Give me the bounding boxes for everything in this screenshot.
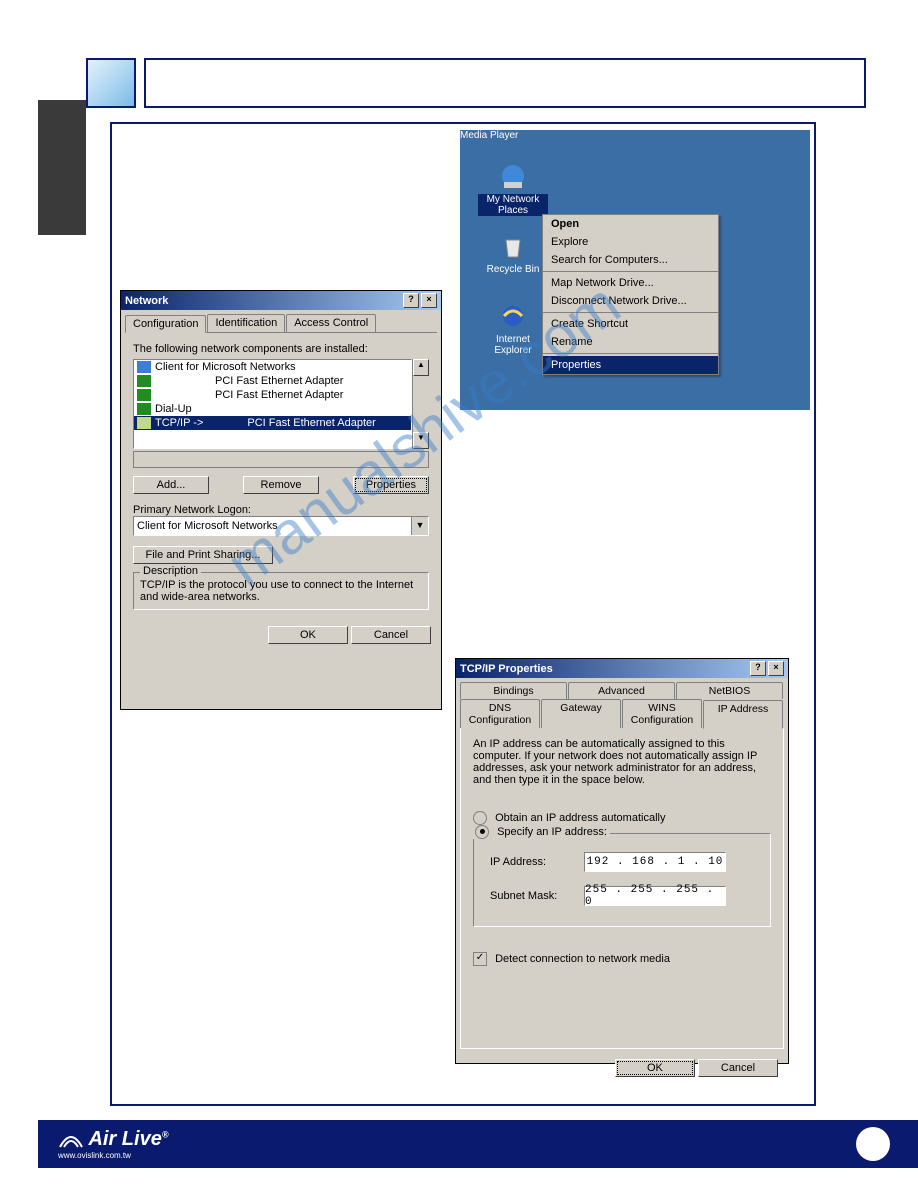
menu-separator — [543, 312, 718, 313]
scroll-up-icon[interactable]: ▲ — [413, 359, 429, 376]
header-icon-box — [86, 58, 136, 108]
media-player-label: Media Player — [460, 130, 810, 141]
config-panel: The following network components are ins… — [121, 333, 441, 620]
ctx-disconnect-drive[interactable]: Disconnect Network Drive... — [543, 292, 718, 310]
tab-wins[interactable]: WINS Configuration — [622, 699, 702, 728]
icon-label: My Network Places — [478, 194, 548, 216]
ctx-map-drive[interactable]: Map Network Drive... — [543, 274, 718, 292]
tab-dns[interactable]: DNS Configuration — [460, 699, 540, 728]
close-button[interactable]: × — [421, 293, 437, 308]
tcpip-titlebar: TCP/IP Properties ? × — [456, 659, 788, 678]
page-footer: Air Live® www.ovislink.com.tw — [38, 1120, 918, 1168]
horizontal-scrollbar[interactable] — [133, 451, 429, 468]
header-bar — [86, 58, 866, 108]
tab-bindings[interactable]: Bindings — [460, 682, 567, 699]
add-button[interactable]: Add... — [133, 476, 209, 494]
desktop-screenshot: Media Player My Network Places Recycle B… — [460, 130, 810, 410]
installed-components-label: The following network components are ins… — [133, 343, 429, 355]
specify-ip-group: Specify an IP address: IP Address: 192 .… — [473, 833, 771, 927]
list-item[interactable]: PCI Fast Ethernet Adapter — [134, 374, 411, 388]
primary-logon-dropdown[interactable]: Client for Microsoft Networks ▼ — [133, 516, 429, 536]
internet-explorer-icon[interactable]: Internet Explorer — [478, 300, 548, 356]
dialog-title: Network — [125, 295, 168, 307]
wifi-icon — [58, 1131, 84, 1151]
context-menu: Open Explore Search for Computers... Map… — [542, 214, 719, 375]
radio-icon — [475, 825, 489, 839]
ok-button[interactable]: OK — [268, 626, 348, 644]
ip-address-label: IP Address: — [490, 856, 570, 868]
icon-label: Recycle Bin — [478, 264, 548, 275]
radio-auto-ip[interactable]: Obtain an IP address automatically — [473, 811, 771, 825]
trash-icon — [497, 230, 529, 262]
cancel-button[interactable]: Cancel — [351, 626, 431, 644]
scroll-down-icon[interactable]: ▼ — [413, 432, 429, 449]
properties-button[interactable]: Properties — [353, 476, 429, 494]
file-print-sharing-button[interactable]: File and Print Sharing... — [133, 546, 273, 564]
network-tabs: Configuration Identification Access Cont… — [125, 314, 437, 333]
cancel-button[interactable]: Cancel — [698, 1059, 778, 1077]
radio-icon — [473, 811, 487, 825]
primary-logon-label: Primary Network Logon: — [133, 504, 429, 516]
ctx-explore[interactable]: Explore — [543, 233, 718, 251]
ctx-properties[interactable]: Properties — [543, 356, 718, 374]
brand-url: www.ovislink.com.tw — [58, 1151, 168, 1160]
components-listbox[interactable]: Client for Microsoft Networks PCI Fast E… — [133, 359, 412, 449]
tab-identification[interactable]: Identification — [207, 314, 285, 332]
listbox-scrollbar[interactable]: ▲ ▼ — [412, 359, 429, 449]
menu-separator — [543, 353, 718, 354]
radio-specify-ip[interactable]: Specify an IP address: — [472, 825, 610, 839]
header-title-box — [144, 58, 866, 108]
help-button[interactable]: ? — [750, 661, 766, 676]
recycle-bin-icon[interactable]: Recycle Bin — [478, 230, 548, 275]
detect-connection-checkbox[interactable]: Detect connection to network media — [473, 952, 771, 966]
ok-button[interactable]: OK — [615, 1059, 695, 1077]
ip-address-panel: An IP address can be automatically assig… — [460, 728, 784, 1049]
ctx-shortcut[interactable]: Create Shortcut — [543, 315, 718, 333]
ctx-search[interactable]: Search for Computers... — [543, 251, 718, 269]
description-text: TCP/IP is the protocol you use to connec… — [140, 579, 422, 603]
tab-gateway[interactable]: Gateway — [541, 699, 621, 728]
subnet-mask-label: Subnet Mask: — [490, 890, 570, 902]
ip-address-input[interactable]: 192 . 168 . 1 . 10 — [584, 852, 726, 872]
icon-label: Internet Explorer — [478, 334, 548, 356]
tab-netbios[interactable]: NetBIOS — [676, 682, 783, 699]
my-network-places-icon[interactable]: My Network Places — [478, 160, 548, 216]
subnet-mask-input[interactable]: 255 . 255 . 255 . 0 — [584, 886, 726, 906]
tab-advanced[interactable]: Advanced — [568, 682, 675, 699]
list-item-selected[interactable]: TCP/IP ->PCI Fast Ethernet Adapter — [134, 416, 411, 430]
menu-separator — [543, 271, 718, 272]
description-legend: Description — [140, 565, 201, 577]
ctx-open[interactable]: Open — [543, 215, 718, 233]
ip-intro-text: An IP address can be automatically assig… — [473, 738, 771, 786]
checkbox-icon — [473, 952, 487, 966]
tab-ip-address[interactable]: IP Address — [703, 700, 783, 729]
list-item[interactable]: PCI Fast Ethernet Adapter — [134, 388, 411, 402]
list-item[interactable]: Dial-Up — [134, 402, 411, 416]
dialog-title: TCP/IP Properties — [460, 663, 553, 675]
tab-configuration[interactable]: Configuration — [125, 315, 206, 333]
description-group: Description TCP/IP is the protocol you u… — [133, 572, 429, 610]
ctx-rename[interactable]: Rename — [543, 333, 718, 351]
help-button[interactable]: ? — [403, 293, 419, 308]
page-number-circle — [856, 1127, 890, 1161]
list-item[interactable]: Client for Microsoft Networks — [134, 360, 411, 374]
dropdown-value: Client for Microsoft Networks — [134, 520, 411, 532]
network-dialog: Network ? × Configuration Identification… — [120, 290, 442, 710]
tab-access-control[interactable]: Access Control — [286, 314, 376, 332]
side-language-tab — [38, 100, 86, 235]
close-button[interactable]: × — [768, 661, 784, 676]
tcpip-properties-dialog: TCP/IP Properties ? × Bindings Advanced … — [455, 658, 789, 1064]
remove-button[interactable]: Remove — [243, 476, 319, 494]
ie-icon — [497, 300, 529, 332]
globe-network-icon — [497, 160, 529, 192]
tcpip-tabs: Bindings Advanced NetBIOS DNS Configurat… — [460, 682, 784, 728]
chevron-down-icon[interactable]: ▼ — [411, 517, 428, 535]
network-titlebar: Network ? × — [121, 291, 441, 310]
